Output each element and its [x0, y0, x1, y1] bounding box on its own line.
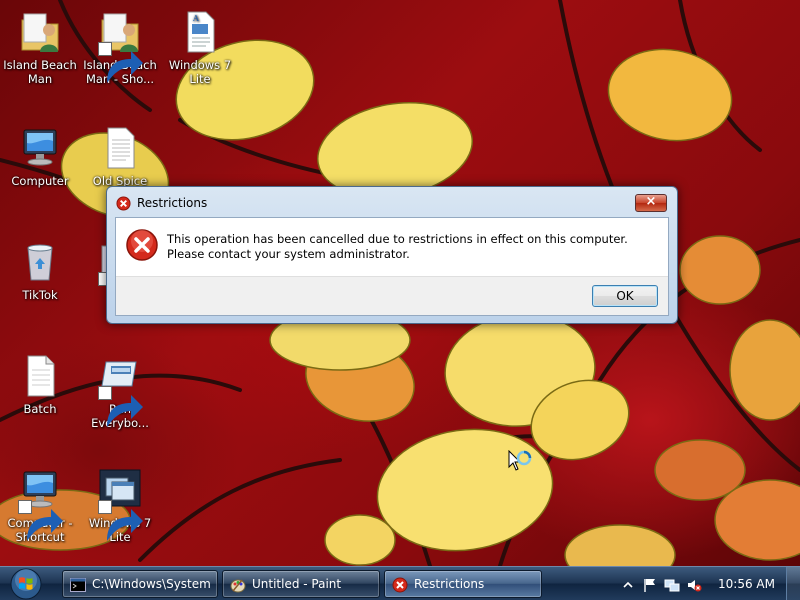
desktop-icon-label: Windows 7 Lite — [168, 58, 232, 86]
mouse-cursor-icon — [508, 450, 532, 471]
text-document-icon — [96, 124, 144, 172]
desktop-icon-run-everybody[interactable]: Run Everybo... — [82, 352, 158, 430]
run-shortcut-icon — [96, 352, 144, 427]
desktop-icon-label: Computer — [11, 174, 69, 188]
user-folder-icon — [16, 8, 64, 56]
taskbar-button-label: C:\Windows\System... — [92, 577, 212, 591]
desktop: Island Beach Man Island Beach Man - Sho.… — [0, 0, 800, 566]
dialog-title: Restrictions — [137, 196, 208, 210]
desktop-icon-windows-7-lite-shortcut[interactable]: Windows 7 Lite — [82, 466, 158, 544]
shortcut-arrow-icon — [98, 386, 143, 427]
show-hidden-icons-chevron-icon[interactable] — [620, 577, 636, 593]
taskbar: C:\Windows\System... Untitled - Paint Re… — [0, 566, 800, 600]
window-shortcut-icon — [96, 466, 144, 541]
shortcut-arrow-icon — [98, 42, 143, 83]
taskbar-button-restrictions[interactable]: Restrictions — [384, 570, 542, 598]
taskbar-clock[interactable]: 10:56 AM — [718, 577, 775, 591]
close-button[interactable]: × — [635, 194, 667, 212]
computer-shortcut-icon — [16, 466, 64, 541]
start-button[interactable] — [4, 567, 48, 600]
volume-muted-icon[interactable] — [686, 577, 702, 593]
wordpad-document-icon: A — [176, 8, 224, 56]
dialog-titlebar[interactable]: Restrictions × — [107, 187, 677, 217]
desktop-icon-tiktok[interactable]: TikTok — [2, 238, 78, 302]
paint-icon — [230, 579, 246, 593]
desktop-icon-windows-7-lite-doc[interactable]: A Windows 7 Lite — [162, 8, 238, 86]
shortcut-arrow-icon — [98, 500, 143, 541]
recycle-bin-icon — [16, 238, 64, 286]
restrictions-dialog: Restrictions × This operation has been c… — [106, 186, 678, 324]
taskbar-button-label: Restrictions — [414, 577, 485, 591]
error-icon — [126, 229, 158, 261]
cmd-icon — [70, 578, 86, 592]
action-center-flag-icon[interactable] — [642, 577, 658, 593]
error-icon — [392, 577, 408, 593]
windows-logo-icon — [10, 568, 42, 600]
user-folder-shortcut-icon — [96, 8, 144, 83]
desktop-icon-computer-shortcut[interactable]: Computer - Shortcut — [2, 466, 78, 544]
dialog-message-area: This operation has been cancelled due to… — [116, 218, 668, 276]
dialog-button-area: OK — [116, 276, 668, 315]
computer-icon — [16, 124, 64, 172]
notification-area: 10:56 AM — [614, 567, 800, 600]
svg-text:A: A — [192, 14, 199, 23]
desktop-icon-label: TikTok — [22, 288, 58, 302]
desktop-icon-computer[interactable]: Computer — [2, 124, 78, 188]
dialog-client-area: This operation has been cancelled due to… — [115, 217, 669, 316]
error-icon — [116, 196, 131, 211]
shortcut-arrow-icon — [18, 500, 63, 541]
desktop-icon-label: Island Beach Man — [3, 58, 77, 86]
taskbar-button-label: Untitled - Paint — [252, 577, 342, 591]
text-document-icon — [16, 352, 64, 400]
dialog-message: This operation has been cancelled due to… — [167, 232, 628, 261]
ok-button[interactable]: OK — [592, 285, 658, 307]
taskbar-button-paint[interactable]: Untitled - Paint — [222, 570, 380, 598]
desktop-icon-label: Batch — [23, 402, 57, 416]
desktop-icon-batch[interactable]: Batch — [2, 352, 78, 416]
network-icon[interactable] — [664, 577, 680, 593]
taskbar-button-cmd[interactable]: C:\Windows\System... — [62, 570, 218, 598]
close-icon: × — [645, 194, 657, 209]
show-desktop-button[interactable] — [786, 567, 800, 600]
desktop-icon-island-beach-man-shortcut[interactable]: Island Beach Man - Sho... — [82, 8, 158, 86]
desktop-icon-island-beach-man[interactable]: Island Beach Man — [2, 8, 78, 86]
